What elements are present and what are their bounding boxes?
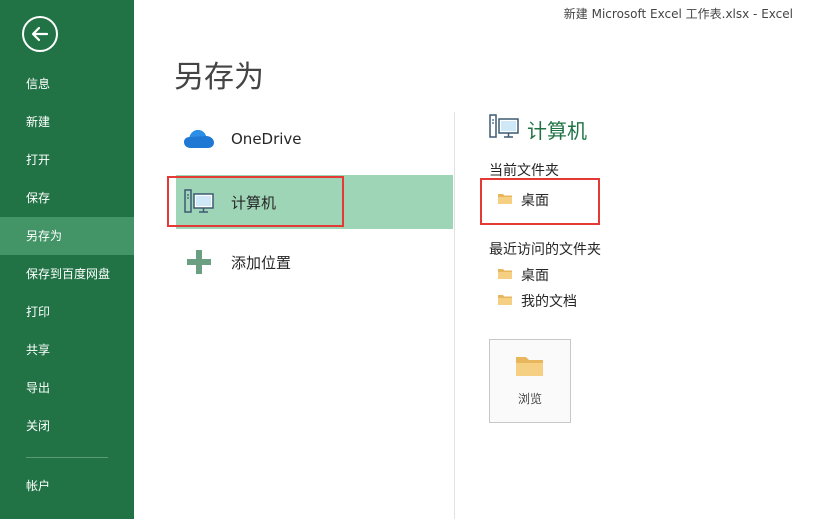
plus-icon — [176, 249, 222, 275]
nav-export[interactable]: 导出 — [0, 369, 134, 407]
cloud-icon — [176, 128, 222, 150]
current-folder-label: 当前文件夹 — [489, 163, 559, 179]
sidebar-divider — [26, 457, 108, 458]
page-title: 另存为 — [174, 60, 264, 95]
folder-name: 桌面 — [521, 193, 549, 209]
nav-info[interactable]: 信息 — [0, 65, 134, 103]
nav-save[interactable]: 保存 — [0, 179, 134, 217]
nav-open[interactable]: 打开 — [0, 141, 134, 179]
folder-icon — [497, 293, 513, 310]
back-button[interactable] — [22, 16, 58, 52]
column-divider — [454, 112, 455, 519]
back-arrow-icon — [31, 26, 49, 42]
location-add-place[interactable]: 添加位置 — [176, 235, 453, 289]
folder-icon — [515, 354, 545, 382]
backstage-sidebar: 信息 新建 打开 保存 另存为 保存到百度网盘 打印 共享 导出 关闭 帐户 — [0, 0, 134, 519]
folder-icon — [497, 192, 513, 209]
right-panel-heading: 计算机 — [489, 114, 587, 144]
location-label: 添加位置 — [231, 253, 292, 272]
right-panel-title: 计算机 — [527, 118, 587, 143]
computer-icon — [176, 189, 222, 215]
nav-account[interactable]: 帐户 — [0, 467, 134, 505]
browse-label: 浏览 — [517, 392, 542, 406]
recent-folders-label: 最近访问的文件夹 — [489, 242, 601, 258]
computer-icon — [489, 114, 519, 144]
folder-name: 我的文档 — [521, 294, 577, 310]
recent-folder-documents[interactable]: 我的文档 — [497, 291, 577, 311]
location-computer[interactable]: 计算机 — [176, 175, 453, 229]
nav-save-as[interactable]: 另存为 — [0, 217, 134, 255]
nav-new[interactable]: 新建 — [0, 103, 134, 141]
folder-name: 桌面 — [521, 268, 549, 284]
window-title: 新建 Microsoft Excel 工作表.xlsx - Excel — [563, 7, 793, 21]
current-folder-desktop[interactable]: 桌面 — [497, 190, 549, 210]
recent-folder-desktop[interactable]: 桌面 — [497, 265, 549, 285]
browse-button[interactable]: 浏览 — [489, 339, 571, 423]
location-label: 计算机 — [231, 193, 277, 212]
nav-close[interactable]: 关闭 — [0, 407, 134, 445]
folder-icon — [497, 267, 513, 284]
nav-save-to-baidu[interactable]: 保存到百度网盘 — [0, 255, 134, 293]
nav-share[interactable]: 共享 — [0, 331, 134, 369]
location-label: OneDrive — [231, 130, 302, 148]
nav-print[interactable]: 打印 — [0, 293, 134, 331]
location-onedrive[interactable]: OneDrive — [176, 112, 453, 166]
